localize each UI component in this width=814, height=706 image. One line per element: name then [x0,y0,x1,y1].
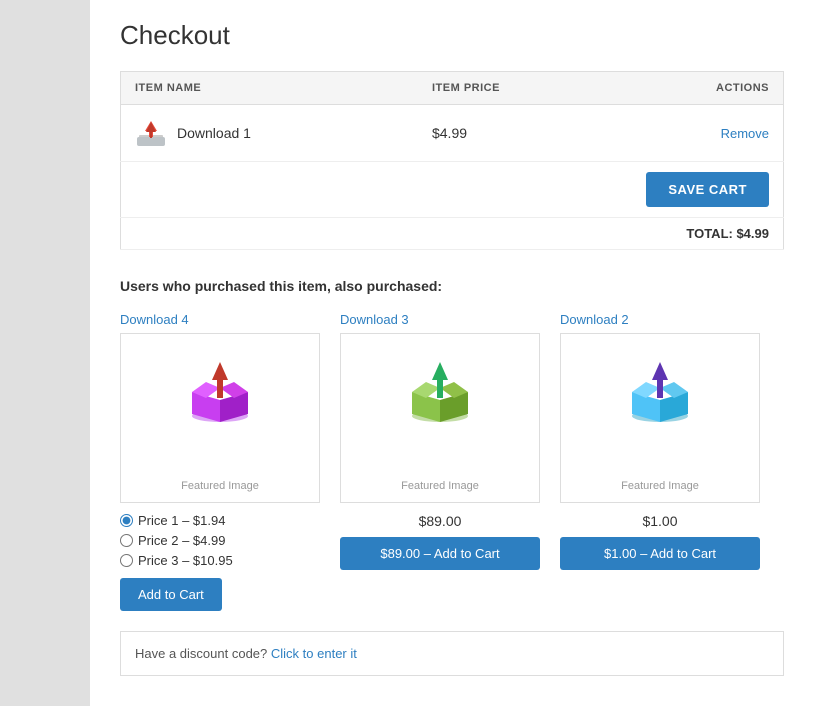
item-name-cell: Download 1 [135,117,404,149]
price-radio-3[interactable] [120,554,133,567]
also-purchased-title: Users who purchased this item, also purc… [120,278,784,294]
product-price-download2: $1.00 [560,513,760,529]
add-to-cart-button-download3[interactable]: $89.00 – Add to Cart [340,537,540,570]
price-options-download4: Price 1 – $1.94 Price 2 – $4.99 Price 3 … [120,513,320,568]
product-image-download2: Featured Image [560,333,760,503]
table-row: Download 1 $4.99 Remove [121,105,784,162]
price-radio-1[interactable] [120,514,133,527]
product-card-download4: Download 4 [120,312,320,611]
discount-section: Have a discount code? Click to enter it [120,631,784,676]
price-option-2[interactable]: Price 2 – $4.99 [120,533,320,548]
featured-label-download2: Featured Image [621,480,699,492]
save-cart-row: SAVE CART [121,162,784,218]
product-link-download4[interactable]: Download 4 [120,312,320,327]
price-label-3: Price 3 – $10.95 [138,553,233,568]
remove-link[interactable]: Remove [721,126,769,141]
product-price-download3: $89.00 [340,513,540,529]
col-header-actions: ACTIONS [616,72,784,105]
page-title: Checkout [120,20,784,51]
product-svg-download2 [620,354,700,434]
discount-text: Have a discount code? [135,646,267,661]
price-option-3[interactable]: Price 3 – $10.95 [120,553,320,568]
price-label-1: Price 1 – $1.94 [138,513,225,528]
total-amount: TOTAL: $4.99 [121,218,784,250]
product-image-download4: Featured Image [120,333,320,503]
item-icon [135,117,167,149]
item-name: Download 1 [177,125,251,141]
price-option-1[interactable]: Price 1 – $1.94 [120,513,320,528]
product-image-download3: Featured Image [340,333,540,503]
checkout-table: ITEM NAME ITEM PRICE ACTIONS [120,71,784,250]
item-price: $4.99 [418,105,616,162]
col-header-item-price: ITEM PRICE [418,72,616,105]
product-link-download2[interactable]: Download 2 [560,312,760,327]
main-content: Checkout ITEM NAME ITEM PRICE ACTIONS [90,0,814,706]
discount-link[interactable]: Click to enter it [271,646,357,661]
products-row: Download 4 [120,312,784,611]
save-cart-button[interactable]: SAVE CART [646,172,769,207]
sidebar [0,0,90,706]
product-svg-download4 [180,354,260,434]
product-card-download3: Download 3 Featured Image $ [340,312,540,611]
product-svg-download3 [400,354,480,434]
col-header-item-name: ITEM NAME [121,72,418,105]
also-purchased-section: Users who purchased this item, also purc… [120,278,784,611]
product-card-download2: Download 2 Featured Image $ [560,312,760,611]
featured-label-download3: Featured Image [401,480,479,492]
add-to-cart-button-download4[interactable]: Add to Cart [120,578,222,611]
price-label-2: Price 2 – $4.99 [138,533,225,548]
featured-label-download4: Featured Image [181,480,259,492]
total-row: TOTAL: $4.99 [121,218,784,250]
price-radio-2[interactable] [120,534,133,547]
add-to-cart-button-download2[interactable]: $1.00 – Add to Cart [560,537,760,570]
product-link-download3[interactable]: Download 3 [340,312,540,327]
